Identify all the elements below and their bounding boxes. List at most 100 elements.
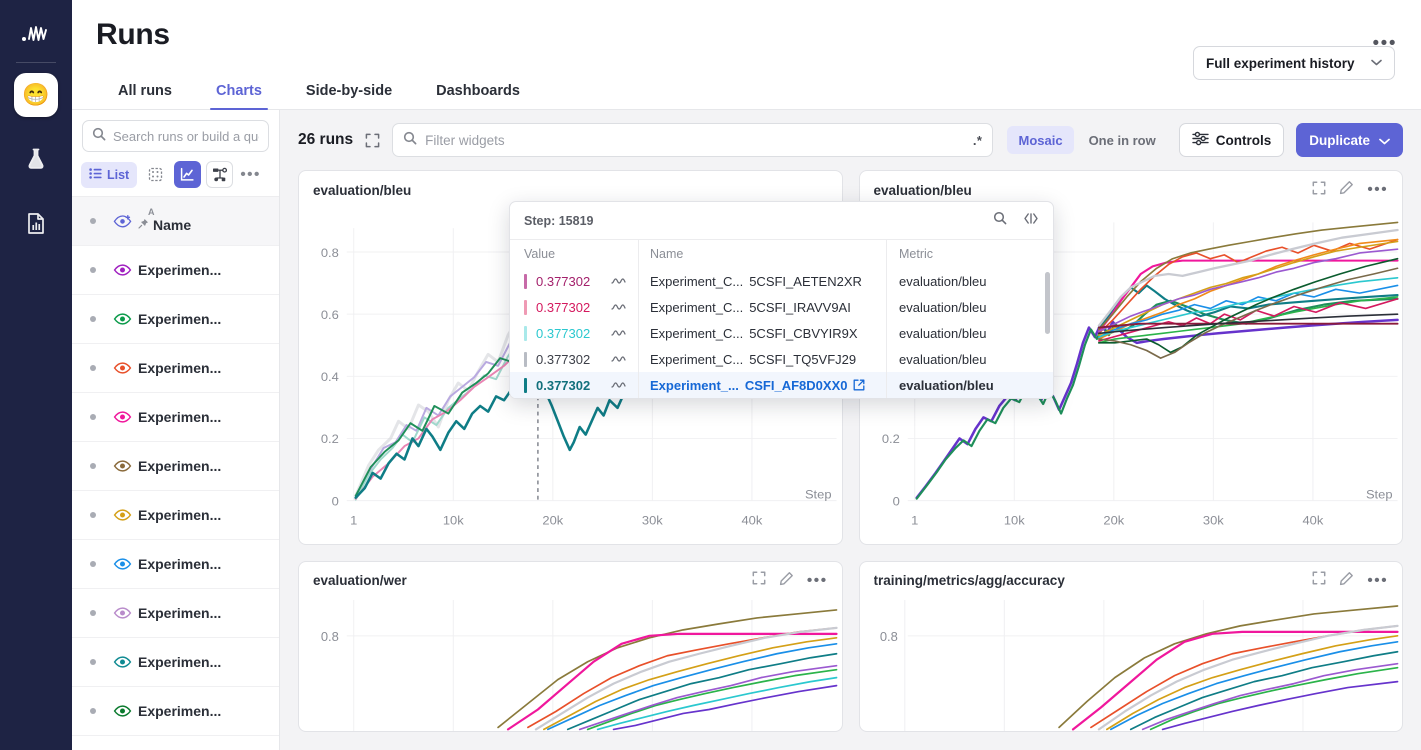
code-brackets-icon[interactable] <box>1023 212 1039 230</box>
tab-side-by-side[interactable]: Side-by-side <box>284 83 414 109</box>
tabs: All runs Charts Side-by-side Dashboards <box>96 83 542 110</box>
run-list-item[interactable]: Experimen... <box>72 442 279 491</box>
search-icon[interactable] <box>993 211 1007 230</box>
duplicate-button[interactable]: Duplicate <box>1296 123 1403 157</box>
svg-text:Step: Step <box>805 488 832 502</box>
drag-dot <box>80 512 106 518</box>
tooltip-row[interactable]: 0.377302 Experiment_C... 5CSFI_IRAVV9AI eva… <box>510 294 1053 320</box>
expand-icon[interactable] <box>752 571 766 590</box>
svg-text:20k: 20k <box>542 514 564 528</box>
svg-text:10k: 10k <box>1003 514 1025 528</box>
tooltip-run-name-suffix: 5CSFI_IRAVV9AI <box>749 299 851 315</box>
run-visibility-eye-icon[interactable] <box>106 312 138 326</box>
view-mode-list-button[interactable]: List <box>81 161 138 188</box>
drag-dot <box>80 561 106 567</box>
chart-svg-3: 0.8 <box>321 599 838 731</box>
filter-widgets-input[interactable]: Filter widgets .* <box>392 123 994 157</box>
run-visibility-eye-icon[interactable] <box>106 557 138 571</box>
expand-icon[interactable] <box>1312 181 1326 200</box>
run-name-label: Experimen... <box>138 409 222 425</box>
run-list-item[interactable]: Experimen... <box>72 393 279 442</box>
tooltip-header-actions <box>993 211 1039 230</box>
pencil-edit-icon[interactable] <box>779 571 794 591</box>
run-list-item[interactable]: Experimen... <box>72 638 279 687</box>
panel-actions: ••• <box>1312 180 1388 200</box>
expand-icon[interactable] <box>365 133 380 148</box>
regex-toggle-button[interactable]: .* <box>973 133 983 148</box>
search-wrapper: Search runs or build a query <box>72 110 279 152</box>
run-list-item[interactable]: Experimen... <box>72 344 279 393</box>
avatar[interactable]: 😁 <box>14 73 58 117</box>
search-icon <box>403 131 417 150</box>
run-visibility-eye-icon[interactable] <box>106 263 138 277</box>
tooltip-scrollbar[interactable] <box>1045 272 1050 334</box>
run-list-item[interactable]: Experimen... <box>72 295 279 344</box>
name-column-header[interactable]: A Name <box>138 207 191 234</box>
run-list-item[interactable]: Experimen... <box>72 687 279 736</box>
tooltip-run-name-prefix: Experiment_... <box>650 377 739 393</box>
run-visibility-eye-icon[interactable] <box>106 410 138 424</box>
runs-list-header-row[interactable]: A Name <box>72 197 279 246</box>
runs-list[interactable]: A Name Experimen... Experimen... Experimen… <box>72 196 279 750</box>
run-list-item[interactable]: Experimen... <box>72 491 279 540</box>
panel-chart-area[interactable]: 0.8 <box>860 599 1403 731</box>
tooltip-row[interactable]: 0.377302 Experiment_C... 5CSFI_AETEN2XR eva… <box>510 268 1053 294</box>
flask-icon[interactable] <box>14 137 58 181</box>
controls-button[interactable]: Controls <box>1178 123 1285 157</box>
svg-text:30k: 30k <box>1202 514 1224 528</box>
grid-icon[interactable] <box>142 161 169 188</box>
tab-dashboards[interactable]: Dashboards <box>414 83 542 109</box>
pencil-edit-icon[interactable] <box>1339 180 1354 200</box>
svg-text:1: 1 <box>911 514 918 528</box>
line-chart-icon[interactable] <box>174 161 202 188</box>
svg-text:30k: 30k <box>642 514 664 528</box>
run-list-item[interactable]: Experimen... <box>72 540 279 589</box>
run-visibility-eye-icon[interactable] <box>106 361 138 375</box>
chevron-down-icon <box>1379 133 1390 148</box>
pin-icon <box>138 217 149 234</box>
overflow-dots-icon[interactable]: ••• <box>1367 572 1388 589</box>
layout-mode-one-in-row[interactable]: One in row <box>1078 126 1167 154</box>
series-color-swatch <box>524 299 527 315</box>
sidebar-toolbar: List ••• <box>72 152 279 196</box>
pencil-edit-icon[interactable] <box>1339 571 1354 591</box>
run-visibility-eye-icon[interactable] <box>106 606 138 620</box>
overflow-dots-icon[interactable]: ••• <box>807 572 828 589</box>
list-icon <box>89 167 102 182</box>
run-visibility-eye-icon[interactable] <box>106 459 138 473</box>
search-icon <box>92 127 106 146</box>
sparkline-icon <box>611 352 626 367</box>
svg-text:20k: 20k <box>1103 514 1125 528</box>
tooltip-row[interactable]: 0.377302 Experiment_C... 5CSFI_CBVYIR9X eva… <box>510 320 1053 346</box>
tab-charts[interactable]: Charts <box>194 83 284 110</box>
run-list-item[interactable]: Experimen... <box>72 589 279 638</box>
run-visibility-eye-icon[interactable] <box>106 704 138 718</box>
sparkline-icon <box>611 274 626 289</box>
series-color-swatch <box>524 273 527 289</box>
run-list-item[interactable]: Experimen... <box>72 246 279 295</box>
tooltip-run-name-prefix: Experiment_C... <box>650 273 744 289</box>
run-visibility-eye-icon[interactable] <box>106 508 138 522</box>
sweep-tree-icon[interactable] <box>206 161 234 188</box>
app-rail: 😁 <box>0 0 72 750</box>
expand-icon[interactable] <box>1312 571 1326 590</box>
experiment-history-selector[interactable]: Full experiment history <box>1193 46 1395 80</box>
search-runs-input[interactable]: Search runs or build a query <box>82 120 269 152</box>
panel-chart-area[interactable]: 0.8 <box>299 599 842 731</box>
layout-mode-group: Mosaic One in row <box>1007 126 1166 154</box>
overflow-dots-icon[interactable]: ••• <box>1367 182 1388 198</box>
run-name-label: Experimen... <box>138 654 222 670</box>
tooltip-run-name-suffix: 5CSFI_TQ5VFJ29 <box>749 351 857 367</box>
run-visibility-eye-icon[interactable] <box>106 655 138 669</box>
tooltip-row[interactable]: 0.377302 Experiment_... CSFI_AF8D0XX0 evalu… <box>510 372 1053 398</box>
sidebar-more-button[interactable]: ••• <box>238 166 260 184</box>
external-link-icon[interactable] <box>853 379 865 391</box>
wandb-wave-logo-icon[interactable] <box>16 14 56 54</box>
run-name-label: Experimen... <box>138 703 222 719</box>
tab-all-runs[interactable]: All runs <box>96 83 194 109</box>
report-document-icon[interactable] <box>14 201 58 245</box>
toggle-all-visibility-icon[interactable] <box>106 214 138 229</box>
tooltip-row[interactable]: 0.377302 Experiment_C... 5CSFI_TQ5VFJ29 eva… <box>510 346 1053 372</box>
layout-mode-mosaic[interactable]: Mosaic <box>1007 126 1074 154</box>
chart-hover-tooltip[interactable]: Step: 15819 Value Name Metric 0.377302 Ex… <box>509 201 1054 399</box>
